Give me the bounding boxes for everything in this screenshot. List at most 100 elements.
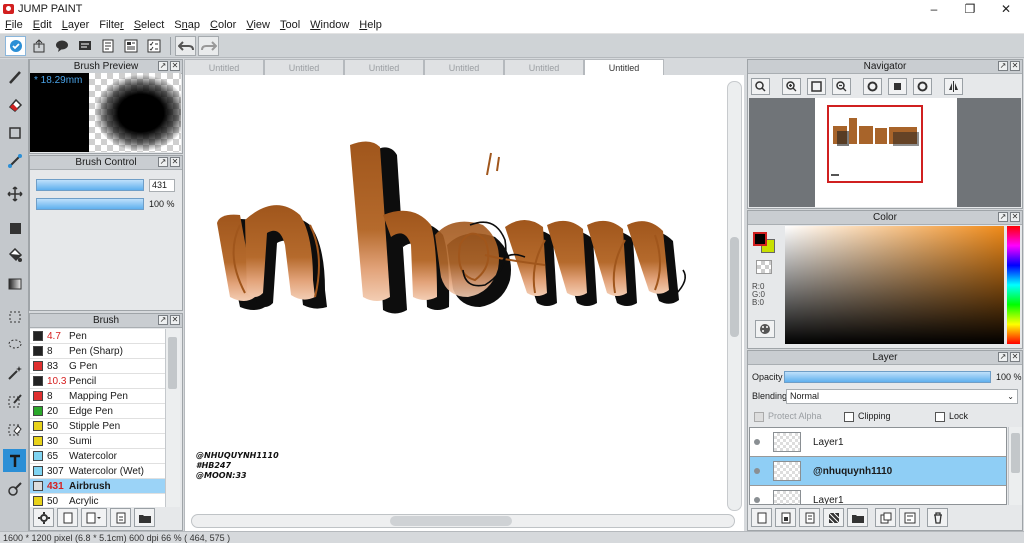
brush-item[interactable]: 30 Sumi xyxy=(30,434,165,449)
brush-settings-icon[interactable] xyxy=(33,508,54,527)
protect-alpha-checkbox[interactable]: Protect Alpha xyxy=(754,411,822,422)
menu-filter[interactable]: Filter xyxy=(94,19,128,31)
brush-item[interactable]: 8 Pen (Sharp) xyxy=(30,344,165,359)
hue-slider[interactable] xyxy=(1007,226,1020,344)
select-pen-tool-icon[interactable] xyxy=(3,389,26,412)
zoom-icon[interactable] xyxy=(751,78,770,95)
brush-item[interactable]: 431 Airbrush xyxy=(30,479,165,494)
menu-help[interactable]: Help xyxy=(354,19,387,31)
zoom-out-icon[interactable] xyxy=(832,78,851,95)
new-layer-icon[interactable] xyxy=(751,508,772,527)
canvas-horizontal-scroll-thumb[interactable] xyxy=(390,516,512,526)
page-icon[interactable] xyxy=(97,36,118,56)
line-tool-icon[interactable] xyxy=(3,149,26,172)
brush-menu-icon[interactable] xyxy=(81,508,107,527)
brush-tool-icon[interactable] xyxy=(3,65,26,88)
comment-icon[interactable] xyxy=(74,36,95,56)
reset-rotation-icon[interactable] xyxy=(888,78,907,95)
close-panel-icon[interactable]: ✕ xyxy=(170,315,180,325)
layer-properties-icon[interactable] xyxy=(899,508,920,527)
blending-mode-select[interactable]: Normal ⌄ xyxy=(786,389,1018,404)
close-panel-icon[interactable]: ✕ xyxy=(1010,61,1020,71)
magic-wand-tool-icon[interactable] xyxy=(3,361,26,384)
menu-tool[interactable]: Tool xyxy=(275,19,305,31)
foreground-color-swatch[interactable] xyxy=(753,232,767,246)
navigator-view[interactable] xyxy=(749,98,1021,207)
navigator-viewport-rect[interactable] xyxy=(827,105,923,183)
menu-file[interactable]: File xyxy=(0,19,28,31)
palette-icon[interactable] xyxy=(755,320,775,338)
detach-icon[interactable]: ↗ xyxy=(998,212,1008,222)
rotate-right-icon[interactable] xyxy=(913,78,932,95)
layer-list-scrollbar[interactable] xyxy=(1008,427,1022,505)
brush-item[interactable]: 65 Watercolor xyxy=(30,449,165,464)
redo-icon[interactable] xyxy=(198,35,219,56)
document-tab[interactable]: Untitled xyxy=(424,59,504,75)
close-panel-icon[interactable]: ✕ xyxy=(1010,352,1020,362)
lasso-tool-icon[interactable] xyxy=(3,333,26,356)
detach-icon[interactable]: ↗ xyxy=(158,315,168,325)
document-tab[interactable]: Untitled xyxy=(504,59,584,75)
brush-size-input[interactable]: 431 xyxy=(149,178,175,192)
halftone-layer-icon[interactable] xyxy=(799,508,820,527)
maximize-button[interactable]: ❐ xyxy=(952,0,988,17)
document-tab[interactable]: Untitled xyxy=(344,59,424,75)
fill-rect-tool-icon[interactable] xyxy=(3,216,26,239)
menu-layer[interactable]: Layer xyxy=(57,19,95,31)
canvas-vertical-scrollbar[interactable] xyxy=(727,81,742,511)
document-tab[interactable]: Untitled xyxy=(184,59,264,75)
layer-folder-icon[interactable] xyxy=(847,508,868,527)
layer-item[interactable]: @nhuquynh1110 xyxy=(750,457,1006,486)
brush-item[interactable]: 10.3 Pencil xyxy=(30,374,165,389)
menu-snap[interactable]: Snap xyxy=(169,19,205,31)
menu-window[interactable]: Window xyxy=(305,19,354,31)
menu-view[interactable]: View xyxy=(241,19,275,31)
check-icon[interactable] xyxy=(5,35,26,56)
layer-opacity-slider[interactable] xyxy=(784,371,991,383)
visibility-icon[interactable] xyxy=(750,468,764,474)
zoom-in-icon[interactable] xyxy=(782,78,801,95)
visibility-icon[interactable] xyxy=(750,497,764,503)
layer-item[interactable]: Layer1 xyxy=(750,428,1006,457)
bucket-tool-icon[interactable] xyxy=(3,244,26,267)
canvas-horizontal-scrollbar[interactable] xyxy=(191,514,735,528)
eraser-tool-icon[interactable] xyxy=(3,93,26,116)
brush-item[interactable]: 307 Watercolor (Wet) xyxy=(30,464,165,479)
brush-folder-icon[interactable] xyxy=(134,508,155,527)
visibility-icon[interactable] xyxy=(750,439,764,445)
menu-edit[interactable]: Edit xyxy=(28,19,57,31)
close-panel-icon[interactable]: ✕ xyxy=(1010,212,1020,222)
new-brush-icon[interactable] xyxy=(57,508,78,527)
brush-item[interactable]: 4.7 Pen xyxy=(30,329,165,344)
lock-checkbox[interactable]: Lock xyxy=(935,411,968,422)
transparent-color-swatch[interactable] xyxy=(756,260,772,274)
text-tool-icon[interactable] xyxy=(3,449,26,472)
close-button[interactable]: ✕ xyxy=(988,0,1024,17)
brush-list-scrollbar[interactable] xyxy=(165,329,180,507)
flip-horizontal-icon[interactable] xyxy=(944,78,963,95)
canvas-vertical-scroll-thumb[interactable] xyxy=(730,237,739,337)
layer-item[interactable]: Layer1 xyxy=(750,486,1006,504)
rectangle-tool-icon[interactable] xyxy=(3,121,26,144)
document-tab[interactable]: Untitled xyxy=(584,59,664,75)
panel-icon[interactable] xyxy=(120,36,141,56)
undo-icon[interactable] xyxy=(175,35,196,56)
menu-select[interactable]: Select xyxy=(129,19,170,31)
brush-size-slider[interactable] xyxy=(36,179,144,191)
fit-window-icon[interactable] xyxy=(807,78,826,95)
detach-icon[interactable]: ↗ xyxy=(998,61,1008,71)
detach-icon[interactable]: ↗ xyxy=(158,157,168,167)
brush-item[interactable]: 8 Mapping Pen xyxy=(30,389,165,404)
brush-list-scroll-thumb[interactable] xyxy=(168,337,177,389)
clipping-checkbox[interactable]: Clipping xyxy=(844,411,891,422)
new-layer-copy-icon[interactable] xyxy=(775,508,796,527)
layer-list-scroll-thumb[interactable] xyxy=(1011,433,1020,473)
export-icon[interactable] xyxy=(28,36,49,56)
gradient-tool-icon[interactable] xyxy=(3,272,26,295)
tone-layer-icon[interactable] xyxy=(823,508,844,527)
eyedropper-tool-icon[interactable] xyxy=(3,477,26,500)
rect-select-tool-icon[interactable] xyxy=(3,305,26,328)
brush-import-icon[interactable] xyxy=(110,508,131,527)
brush-opacity-slider[interactable] xyxy=(36,198,144,210)
merge-layer-icon[interactable] xyxy=(875,508,896,527)
